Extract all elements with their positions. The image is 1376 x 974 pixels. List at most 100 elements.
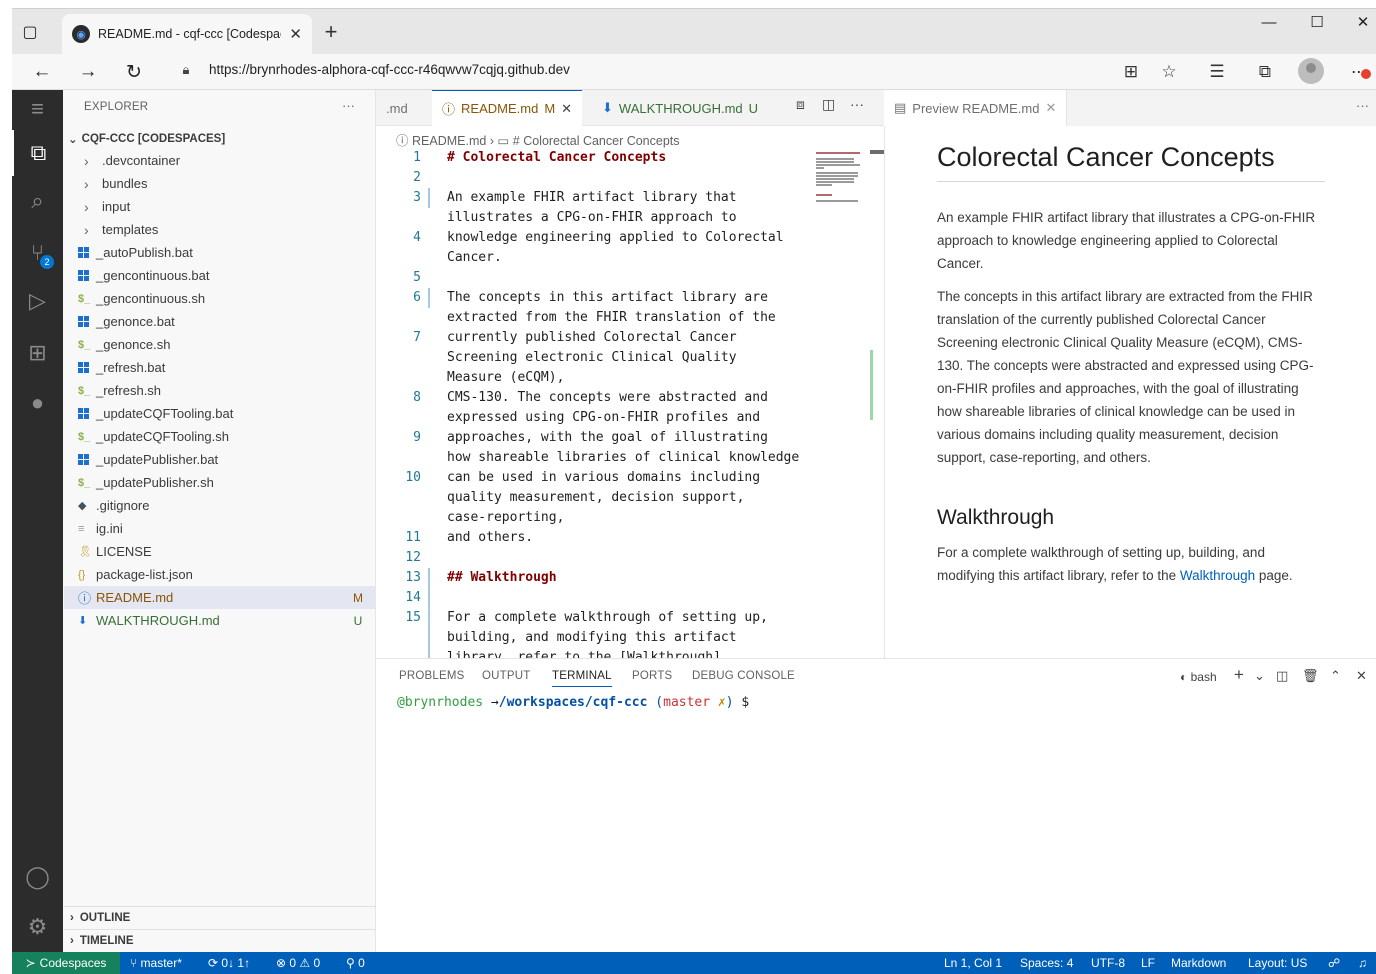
tab-walkthrough[interactable]: ⬇ WALKTHROUGH.md U	[592, 90, 768, 126]
outline-section[interactable]: › OUTLINE	[64, 906, 376, 929]
chevron-down-icon[interactable]: ⌄	[1254, 668, 1265, 684]
line-ending[interactable]: LF	[1141, 956, 1155, 970]
tree-item[interactable]: {} package-list.json	[64, 563, 376, 586]
tab-debug-console[interactable]: DEBUG CONSOLE	[692, 670, 795, 682]
terminal-prompt[interactable]: @brynrhodes →/workspaces/cqf-ccc (master…	[397, 695, 749, 710]
maximize-panel-icon[interactable]: ⌃	[1330, 668, 1341, 684]
tree-item[interactable]: _refresh.bat	[64, 356, 376, 379]
tree-item[interactable]: _autoPublish.bat	[64, 241, 376, 264]
change-marker	[428, 188, 430, 208]
cursor-position[interactable]: Ln 1, Col 1	[944, 956, 1002, 970]
extensions-icon[interactable]: ⊞	[12, 330, 63, 376]
settings-gear-icon[interactable]: ⚙	[12, 904, 63, 950]
breadcrumb-symbol[interactable]: # Colorectal Cancer Concepts	[513, 134, 680, 148]
tree-item[interactable]: ⬇ WALKTHROUGH.md U	[64, 609, 376, 632]
close-icon[interactable]: ✕	[1045, 100, 1056, 116]
tree-item[interactable]: › bundles	[64, 172, 376, 195]
tree-item[interactable]: › templates	[64, 218, 376, 241]
indentation[interactable]: Spaces: 4	[1020, 956, 1073, 970]
browser-tab[interactable]: ◉ README.md - cqf-ccc [Codespaces] ✕	[62, 14, 312, 54]
tree-item[interactable]: › input	[64, 195, 376, 218]
search-icon[interactable]: ⌕	[12, 178, 63, 224]
notifications-bell-icon[interactable]: ♫	[1358, 956, 1367, 970]
tab-terminal[interactable]: TERMINAL	[552, 670, 612, 687]
trash-icon[interactable]: 🗑︎	[1302, 668, 1319, 684]
favorites-icon[interactable]: ☰	[1202, 57, 1232, 87]
line-number: 3	[413, 190, 421, 205]
tab-readme[interactable]: ⓘ README.md M ✕	[432, 90, 583, 126]
tree-item[interactable]: 🎗︎ LICENSE	[64, 540, 376, 563]
accounts-icon[interactable]: ◯	[12, 854, 63, 900]
tree-item[interactable]: $_ _updateCQFTooling.sh	[64, 425, 376, 448]
terminal-branch-open: (	[655, 695, 664, 710]
github-icon[interactable]: ●	[12, 380, 63, 426]
maximize-button[interactable]: ☐	[1294, 10, 1340, 34]
close-panel-icon[interactable]: ✕	[1356, 668, 1367, 684]
new-terminal-icon[interactable]: +	[1234, 665, 1244, 685]
tree-item[interactable]: _updateCQFTooling.bat	[64, 402, 376, 425]
url-field[interactable]: https://brynrhodes-alphora-cqf-ccc-r46qw…	[209, 62, 570, 77]
close-tab-icon[interactable]: ✕	[289, 25, 302, 43]
new-tab-button[interactable]: +	[318, 18, 344, 46]
tree-item[interactable]: $_ _genonce.sh	[64, 333, 376, 356]
timeline-section[interactable]: › TIMELINE	[64, 929, 376, 952]
lock-icon[interactable]: 🔒︎	[176, 60, 196, 80]
feedback-icon[interactable]: ☍	[1328, 956, 1340, 970]
terminal-shell[interactable]: ◐ bash	[1180, 670, 1217, 684]
chevron-down-icon: ⌄	[68, 134, 78, 146]
close-icon[interactable]: ✕	[561, 101, 572, 117]
keyboard-layout[interactable]: Layout: US	[1248, 956, 1307, 970]
scrollbar-thumb[interactable]	[870, 150, 884, 154]
tree-item[interactable]: $_ _gencontinuous.sh	[64, 287, 376, 310]
tree-item[interactable]: $_ _updatePublisher.sh	[64, 471, 376, 494]
tree-item-label: input	[102, 199, 131, 214]
tab-output[interactable]: OUTPUT	[482, 670, 530, 682]
ports-indicator[interactable]: ⚲ 0	[346, 956, 365, 970]
menu-icon[interactable]: ≡	[12, 86, 63, 132]
tab-preview[interactable]: ▤ Preview README.md ✕	[884, 90, 1068, 126]
minimap[interactable]	[816, 150, 868, 210]
tree-item[interactable]: ◆ .gitignore	[64, 494, 376, 517]
profile-avatar[interactable]	[1298, 58, 1324, 84]
remote-indicator[interactable]: ≻ Codespaces	[12, 952, 120, 974]
tab-previous-file[interactable]: .md	[376, 90, 418, 126]
preview-more-icon[interactable]: ···	[1356, 98, 1369, 113]
open-preview-icon[interactable]: ⧈	[796, 96, 805, 113]
explorer-more-icon[interactable]: ···	[342, 98, 355, 113]
source-control-icon[interactable]: ⑂	[12, 230, 63, 276]
add-favorite-icon[interactable]: ☆	[1154, 57, 1184, 87]
collections-icon[interactable]: ⧉	[1250, 57, 1280, 87]
code-line: For a complete walkthrough of setting up…	[447, 610, 768, 625]
tree-item[interactable]: › .devcontainer	[64, 149, 376, 172]
tree-item[interactable]: _updatePublisher.bat	[64, 448, 376, 471]
back-button[interactable]: ←	[26, 56, 58, 88]
tab-problems[interactable]: PROBLEMS	[399, 670, 465, 682]
tree-item[interactable]: ≡ ig.ini	[64, 517, 376, 540]
explorer-icon[interactable]: ⧉	[12, 130, 63, 176]
run-debug-icon[interactable]: ▷	[12, 278, 63, 324]
minimize-button[interactable]: —	[1246, 10, 1292, 34]
split-editor-icon[interactable]: ◫	[822, 96, 835, 113]
workspace-root[interactable]: ⌄ CQF-CCC [CODESPACES]	[68, 129, 374, 149]
windows-file-icon	[78, 247, 96, 258]
tab-actions-icon[interactable]: ▢	[12, 14, 48, 50]
problems-indicator[interactable]: ⊗ 0 ⚠ 0	[276, 956, 320, 970]
split-terminal-icon[interactable]: ◫	[1276, 668, 1288, 684]
language-mode[interactable]: Markdown	[1171, 956, 1226, 970]
forward-button[interactable]: →	[72, 56, 104, 88]
walkthrough-link[interactable]: Walkthrough	[1180, 568, 1255, 583]
refresh-button[interactable]: ↻	[118, 56, 150, 88]
breadcrumb-file[interactable]: README.md	[412, 134, 486, 148]
preview-heading: Colorectal Cancer Concepts	[937, 142, 1325, 182]
tree-item[interactable]: $_ _refresh.sh	[64, 379, 376, 402]
tree-item[interactable]: ⓘ README.md M	[64, 586, 376, 609]
tree-item[interactable]: _gencontinuous.bat	[64, 264, 376, 287]
tab-ports[interactable]: PORTS	[632, 670, 672, 682]
close-window-button[interactable]: ✕	[1340, 10, 1376, 34]
tree-item[interactable]: _genonce.bat	[64, 310, 376, 333]
app-available-icon[interactable]: ⊞	[1116, 57, 1146, 87]
encoding[interactable]: UTF-8	[1091, 956, 1125, 970]
sync-indicator[interactable]: ⟳ 0↓ 1↑	[208, 956, 250, 970]
more-actions-icon[interactable]: ···	[850, 96, 864, 112]
branch-indicator[interactable]: ⑂ master*	[130, 956, 182, 970]
